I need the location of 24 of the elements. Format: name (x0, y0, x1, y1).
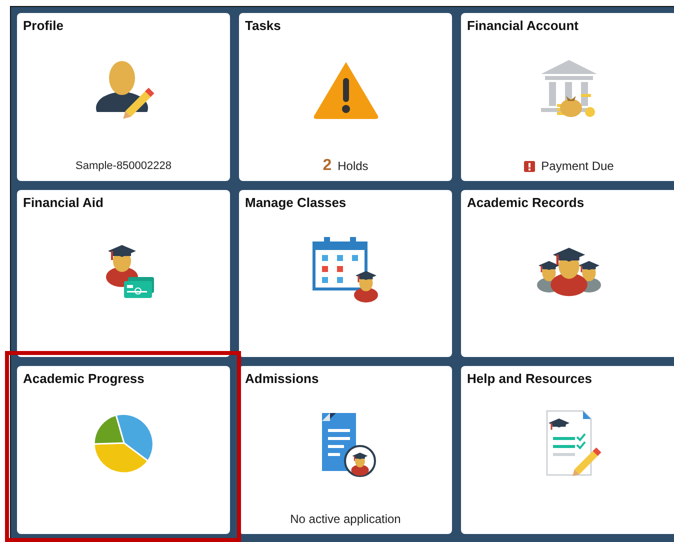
tile[interactable]: Admissions No active application (239, 366, 452, 534)
tile[interactable]: Financial Aid (17, 190, 230, 357)
tile[interactable]: Manage Classes (239, 190, 452, 357)
alert-text: Payment Due (541, 159, 614, 173)
tile-title: Financial Account (466, 17, 578, 33)
tile-title: Admissions (244, 370, 319, 386)
tile[interactable]: Academic Records (461, 190, 674, 357)
tile-title: Financial Aid (22, 194, 104, 210)
tile[interactable]: Tasks 2 Holds (239, 13, 452, 181)
tile[interactable]: Help and Resources (461, 366, 674, 534)
tile-title: Academic Records (466, 194, 584, 210)
alert-icon (524, 160, 536, 172)
tile[interactable]: Profile Sample-850002228 (17, 13, 230, 181)
tile-status: Sample-850002228 (75, 160, 172, 172)
tile-title: Manage Classes (244, 194, 346, 210)
tile-title: Help and Resources (466, 370, 592, 386)
tile-title: Academic Progress (22, 370, 144, 386)
tile-status: No active application (290, 512, 401, 526)
hold-count: 2 (322, 157, 332, 175)
tile[interactable]: Financial Account Payment Due (461, 13, 674, 181)
holds-label: Holds (338, 159, 368, 173)
tile[interactable]: Academic Progress (17, 366, 230, 534)
tile-title: Tasks (244, 17, 281, 33)
tile-title: Profile (22, 17, 64, 33)
